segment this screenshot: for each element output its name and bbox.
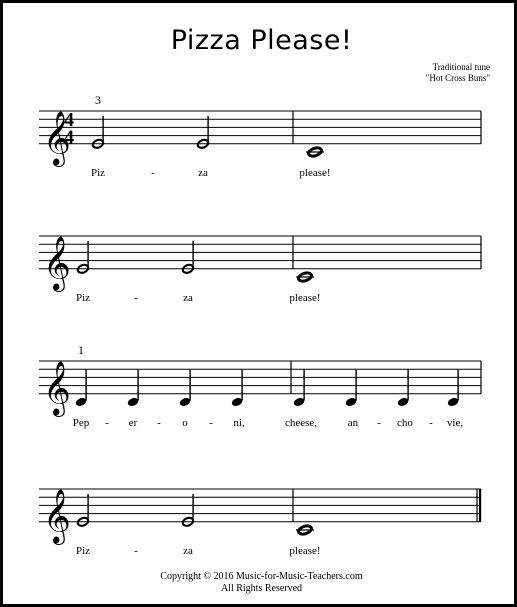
lyric-syllable: er bbox=[128, 417, 138, 429]
lyric-syllable: cheese, bbox=[284, 417, 318, 429]
lyric-hyphen: - bbox=[429, 417, 433, 429]
fingering-number: 3 bbox=[95, 93, 101, 107]
lyric-hyphen: - bbox=[377, 417, 381, 429]
music-system-1: 𝄞 4 4 3 Piz - za please! bbox=[3, 93, 514, 195]
lyric-hyphen: - bbox=[105, 417, 109, 429]
attribution-line-2: "Hot Cross Buns" bbox=[425, 73, 490, 83]
svg-text:𝄞: 𝄞 bbox=[43, 488, 71, 545]
staff-1: 𝄞44 bbox=[39, 109, 482, 167]
copyright-footer: Copyright © 2016 Music-for-Music-Teacher… bbox=[3, 571, 514, 595]
music-system-2: 𝄞 Piz - za please! bbox=[3, 224, 514, 320]
lyric-syllable: please! bbox=[289, 292, 321, 304]
lyric-syllable: please! bbox=[299, 167, 331, 179]
lyric-hyphen: - bbox=[134, 545, 138, 557]
staff-3: 𝄞 bbox=[39, 360, 482, 417]
treble-clef: 𝄞 bbox=[43, 488, 71, 545]
attribution-block: Traditional tune "Hot Cross Buns" bbox=[290, 62, 490, 84]
lyric-syllable: za bbox=[183, 545, 193, 557]
lyric-hyphen: - bbox=[209, 417, 213, 429]
lyric-syllable: cho bbox=[397, 417, 413, 429]
lyric-syllable: Pep bbox=[72, 417, 90, 429]
lyric-syllable: za bbox=[183, 292, 193, 304]
page-title: Pizza Please! bbox=[170, 25, 353, 56]
note-quarter bbox=[293, 369, 305, 406]
note-quarter bbox=[447, 369, 459, 406]
svg-text:𝄞: 𝄞 bbox=[43, 235, 71, 292]
staff-2: 𝄞 bbox=[39, 235, 482, 292]
lyric-row: Piz - za please! bbox=[3, 292, 514, 310]
note-quarter bbox=[397, 369, 409, 406]
time-signature: 44 bbox=[64, 109, 74, 148]
note-quarter bbox=[127, 369, 139, 406]
staff-lines bbox=[39, 110, 481, 145]
attribution-line-1: Traditional tune bbox=[432, 62, 490, 72]
note-whole bbox=[306, 146, 324, 158]
treble-clef: 𝄞 bbox=[43, 360, 71, 417]
note-quarter bbox=[231, 369, 243, 406]
lyric-syllable: an bbox=[347, 417, 359, 429]
fingering-number: 1 bbox=[78, 343, 84, 357]
lyric-syllable: Piz bbox=[90, 167, 106, 179]
staff-lines bbox=[39, 488, 481, 523]
svg-text:4: 4 bbox=[64, 126, 74, 148]
note-quarter bbox=[179, 369, 191, 406]
lyric-row: Pep - er - o - ni, cheese, an - cho - vie, bbox=[3, 417, 514, 435]
note-whole bbox=[296, 524, 314, 536]
lyric-row: Piz - za please! bbox=[3, 167, 514, 185]
lyric-syllable: please! bbox=[289, 545, 321, 557]
lyric-syllable: za bbox=[198, 167, 208, 179]
music-system-4: 𝄞 Piz - za please! bbox=[3, 477, 514, 573]
note-quarter bbox=[75, 369, 87, 406]
sheet-music-page: Pizza Please! Traditional tune "Hot Cros… bbox=[0, 0, 517, 607]
music-system-3: 𝄞 1 Pep - er - o - ni, cheese, an - cho - vie, bbox=[3, 343, 514, 445]
treble-clef: 𝄞 bbox=[43, 235, 71, 292]
lyric-syllable: vie, bbox=[446, 417, 464, 429]
lyric-hyphen: - bbox=[134, 292, 138, 304]
lyric-hyphen: - bbox=[157, 417, 161, 429]
staff-4: 𝄞 bbox=[39, 488, 482, 545]
staff-lines bbox=[39, 235, 481, 270]
svg-text:𝄞: 𝄞 bbox=[43, 360, 71, 417]
lyric-syllable: Piz bbox=[75, 545, 91, 557]
lyric-hyphen: - bbox=[151, 167, 155, 179]
staff-lines bbox=[39, 360, 481, 395]
lyric-syllable: Piz bbox=[75, 292, 91, 304]
lyric-row: Piz - za please! bbox=[3, 545, 514, 563]
note-quarter bbox=[345, 369, 357, 406]
rights-line: All Rights Reserved bbox=[220, 583, 303, 594]
lyric-syllable: o bbox=[182, 417, 188, 429]
lyric-syllable: ni, bbox=[233, 417, 245, 429]
copyright-line: Copyright © 2016 Music-for-Music-Teacher… bbox=[160, 571, 363, 582]
note-whole bbox=[296, 271, 314, 283]
